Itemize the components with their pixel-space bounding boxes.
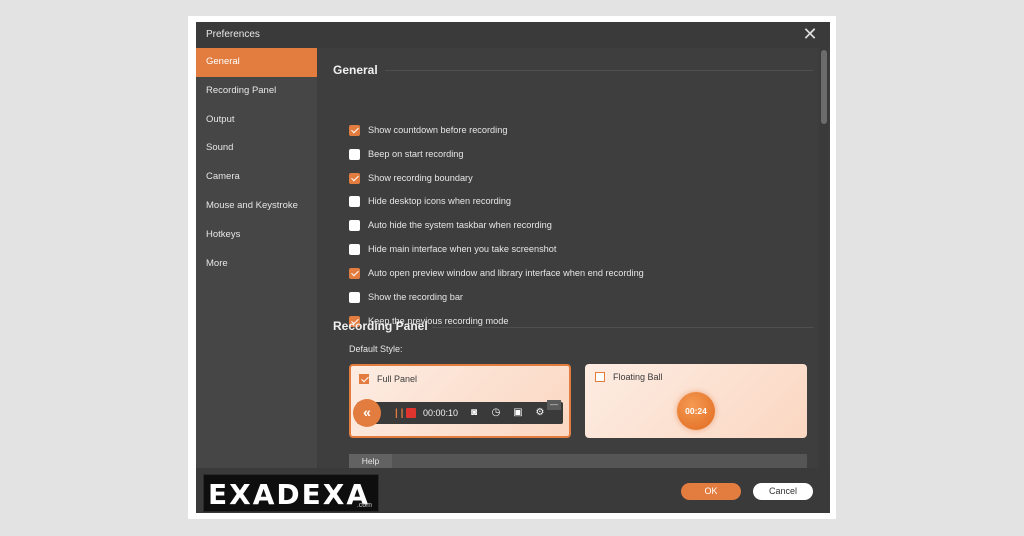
preferences-window: Preferences ✕ General Recording Panel Ou… xyxy=(196,22,830,513)
option-label: Hide main interface when you take screen… xyxy=(368,244,557,254)
floating-ball-checkbox[interactable] xyxy=(595,372,605,382)
watermark-suffix: .com xyxy=(356,502,372,509)
option-label: Auto open preview window and library int… xyxy=(368,268,644,278)
ok-button[interactable]: OK xyxy=(681,483,741,500)
stop-icon xyxy=(406,408,416,418)
camera-icon: ◙ xyxy=(470,407,478,418)
title-bar: Preferences ✕ xyxy=(196,22,830,48)
checkbox[interactable] xyxy=(349,124,360,136)
cancel-button[interactable]: Cancel xyxy=(753,483,813,500)
option-show-countdown[interactable]: Show countdown before recording xyxy=(349,123,507,137)
floating-ball-option[interactable]: Floating Ball 00:24 xyxy=(585,364,807,438)
scrollbar[interactable] xyxy=(820,48,828,468)
checkbox[interactable] xyxy=(349,291,360,303)
window-title: Preferences xyxy=(206,29,260,40)
checkbox[interactable] xyxy=(349,219,360,231)
sidebar: General Recording Panel Output Sound Cam… xyxy=(196,48,317,468)
toolbox-icon: ▣ xyxy=(513,407,523,418)
checkbox[interactable] xyxy=(349,148,360,160)
option-label: Show countdown before recording xyxy=(368,125,508,135)
floating-ball-label-row: Floating Ball xyxy=(595,372,663,382)
sidebar-item-general[interactable]: General xyxy=(196,48,317,77)
watermark-logo: EXADEXA .com xyxy=(203,474,379,512)
general-section-title: General xyxy=(333,63,378,77)
option-label: Show the recording bar xyxy=(368,292,463,302)
option-label: Beep on start recording xyxy=(368,149,464,159)
pause-icon: | | xyxy=(395,408,404,419)
help-bar: Help xyxy=(349,454,807,468)
sidebar-item-sound[interactable]: Sound xyxy=(196,134,317,163)
section-divider xyxy=(385,70,813,71)
full-panel-label-row: Full Panel xyxy=(359,374,417,384)
option-label: Auto hide the system taskbar when record… xyxy=(368,220,552,230)
option-show-recording-boundary[interactable]: Show recording boundary xyxy=(349,171,473,185)
scrollbar-thumb[interactable] xyxy=(821,50,827,124)
checkbox[interactable] xyxy=(349,267,360,279)
gear-icon: ⚙ xyxy=(535,407,545,418)
option-auto-hide-taskbar[interactable]: Auto hide the system taskbar when record… xyxy=(349,218,552,232)
checkbox[interactable] xyxy=(349,172,360,184)
recording-time: 00:00:10 xyxy=(423,408,459,418)
section-divider xyxy=(432,327,813,328)
settings-content: General Show countdown before recording … xyxy=(318,48,818,468)
sidebar-item-output[interactable]: Output xyxy=(196,106,317,135)
floating-ball-preview: 00:24 xyxy=(677,392,715,430)
recording-panel-section-title: Recording Panel xyxy=(333,319,428,333)
sidebar-item-mouse-and-keystroke[interactable]: Mouse and Keystroke xyxy=(196,192,317,221)
sidebar-item-recording-panel[interactable]: Recording Panel xyxy=(196,77,317,106)
full-panel-option[interactable]: Full Panel « | | 00:00:10 ◙ ◷ ▣ ⚙ — xyxy=(349,364,571,438)
option-hide-main-interface[interactable]: Hide main interface when you take screen… xyxy=(349,242,556,256)
option-label: Show recording boundary xyxy=(368,173,473,183)
checkbox[interactable] xyxy=(349,195,360,207)
option-hide-desktop-icons[interactable]: Hide desktop icons when recording xyxy=(349,194,511,208)
option-label: Hide desktop icons when recording xyxy=(368,196,511,206)
full-panel-checkbox[interactable] xyxy=(359,374,369,384)
close-icon[interactable]: ✕ xyxy=(800,24,820,44)
help-tab[interactable]: Help xyxy=(349,454,392,468)
chevrons-left-icon: « xyxy=(353,399,381,427)
sidebar-item-hotkeys[interactable]: Hotkeys xyxy=(196,221,317,250)
sidebar-item-camera[interactable]: Camera xyxy=(196,163,317,192)
default-style-label: Default Style: xyxy=(349,344,403,354)
checkbox[interactable] xyxy=(349,243,360,255)
sidebar-item-more[interactable]: More xyxy=(196,250,317,279)
floating-ball-label: Floating Ball xyxy=(613,372,663,382)
option-beep-on-start[interactable]: Beep on start recording xyxy=(349,147,464,161)
watermark-text: EXADEXA xyxy=(208,478,371,511)
option-show-recording-bar[interactable]: Show the recording bar xyxy=(349,290,463,304)
full-panel-label: Full Panel xyxy=(377,374,418,384)
minimize-icon: — xyxy=(547,400,561,410)
clock-icon: ◷ xyxy=(491,407,501,418)
option-auto-open-preview[interactable]: Auto open preview window and library int… xyxy=(349,266,644,280)
